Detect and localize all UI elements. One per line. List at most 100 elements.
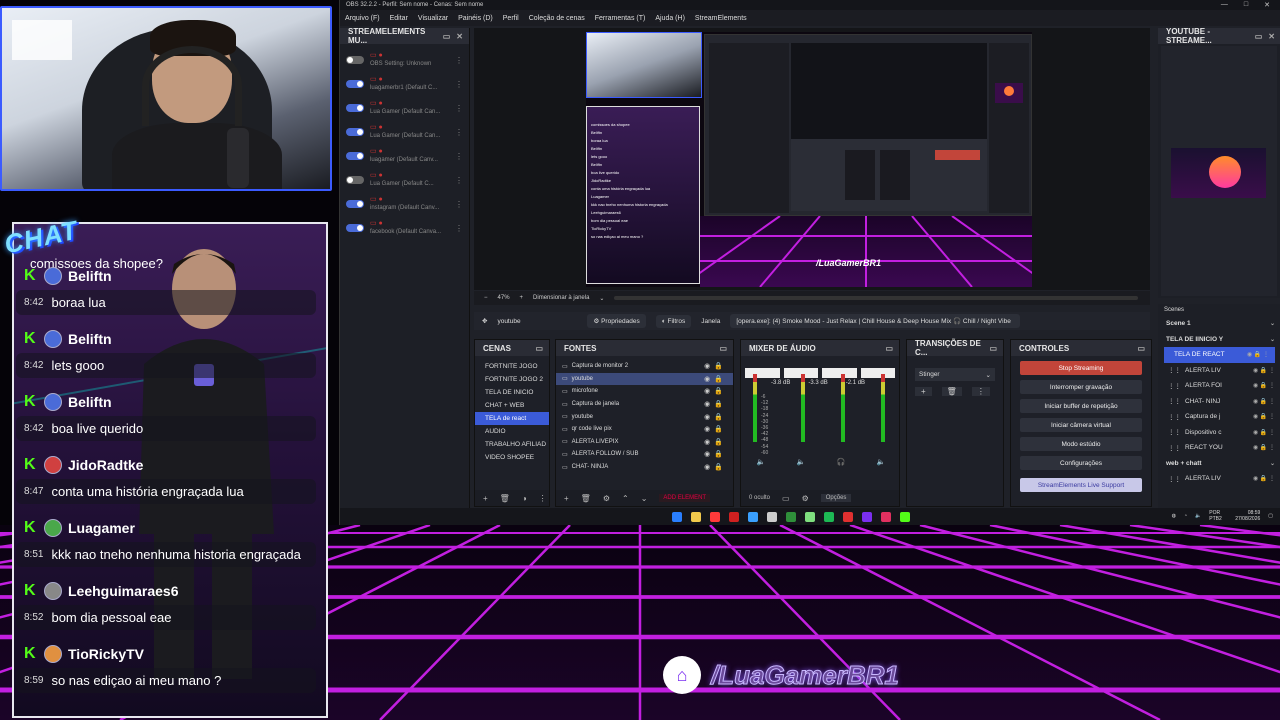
lock-icon[interactable]: 🔒 [714,387,723,395]
lock-icon[interactable]: 🔒 [714,450,723,458]
visibility-icon[interactable]: ⌄ [1270,336,1275,343]
minimize-icon[interactable]: — [1221,1,1228,9]
source-item[interactable]: ▭ youtube ◉ 🔒 [556,372,733,386]
toggle-switch[interactable] [346,224,364,232]
preview-scrollbar[interactable] [614,296,1138,300]
stop-streaming-button[interactable]: Stop Streaming [1020,361,1142,375]
scale-mode-select[interactable]: Dimensionar à janela [533,295,589,301]
lock-icon[interactable]: 🔒 [714,438,723,446]
add-transition-button[interactable]: + [915,387,932,396]
menu-item[interactable]: Arquivo (F) [345,15,380,22]
float-icon[interactable]: ▭ [535,344,543,353]
source-item[interactable]: ▭ microfone ◉ 🔒 [556,385,733,398]
more-icon[interactable]: ⋮ [455,128,463,137]
scene-tree-row[interactable]: web + chatt ⌄ [1158,456,1280,472]
taskbar-app-icon[interactable] [824,512,834,522]
scene-tree-row[interactable]: ⋮⋮ ALERTA FOI ◉ 🔒 ⋮ [1158,378,1280,394]
more-icon[interactable]: ⋮ [455,176,463,185]
move-up-button[interactable]: ⌃ [622,494,629,503]
transition-select[interactable]: Stinger ⌄ [915,368,995,381]
lock-icon[interactable]: 🔒 [714,362,723,370]
scene-item[interactable]: VIDEO SHOPEE [475,451,549,464]
speaker-icon[interactable]: 🔈 [757,458,766,466]
taskbar-app-icon[interactable] [767,512,777,522]
program-preview[interactable]: comissoes da shopee Beliftn boraa lua Belif… [474,28,1150,290]
source-item[interactable]: ▭ ALERTA FOLLOW / SUB ◉ 🔒 [556,448,733,461]
speaker-icon[interactable]: 🔈 [877,458,886,466]
multistream-item[interactable]: ▭ ● instagram (Default Canv... ⋮ [340,192,469,216]
taskbar-app-icon[interactable] [805,512,815,522]
scene-tree-row[interactable]: ⋮⋮ ALERTA LIV ◉ 🔒 ⋮ [1158,471,1280,487]
toggle-switch[interactable] [346,128,364,136]
add-source-button[interactable]: + [564,494,569,503]
taskbar-app-icon[interactable] [729,512,739,522]
multistream-item[interactable]: ▭ ● facebook (Default Canva... ⋮ [340,216,469,240]
more-icon[interactable]: ⋮ [455,200,463,209]
toggle-switch[interactable] [346,56,364,64]
scene-tree-row[interactable]: ⋮⋮ CHAT- NINJ ◉ 🔒 ⋮ [1158,394,1280,410]
lock-icon[interactable]: 🔒 [714,413,723,421]
taskbar-app-icon[interactable] [881,512,891,522]
maximize-icon[interactable]: □ [1244,1,1248,9]
float-icon[interactable]: ▭ [989,344,997,353]
scene-tree-row[interactable]: ⋮⋮ REACT YOU ◉ 🔒 ⋮ [1158,440,1280,456]
source-item[interactable]: ▭ Captura de janela ◉ 🔒 [556,398,733,411]
eye-icon[interactable]: ◉ [704,362,710,370]
close-icon[interactable]: ✕ [1268,32,1275,41]
eye-icon[interactable]: ◉ [704,450,710,458]
scene-item[interactable]: TELA DE INICIO [475,386,549,399]
eye-icon[interactable]: ◉ [704,425,710,433]
float-icon[interactable]: ▭ [885,344,893,353]
eye-icon[interactable]: ◉ [704,463,710,471]
drag-handle-icon[interactable]: ⋮⋮ [1168,444,1181,452]
toggle-switch[interactable] [346,200,364,208]
scene-tree-row[interactable]: ⋮⋮ Dispositivo c ◉ 🔒 ⋮ [1158,425,1280,441]
headphones-icon[interactable]: 🎧 [837,458,846,466]
eye-icon[interactable]: ◉ [704,375,710,383]
toggle-switch[interactable] [346,80,364,88]
scene-tree-row[interactable]: TELA DE REACT ◉ 🔒 ⋮ [1164,347,1275,363]
float-icon[interactable]: ▭ [1255,32,1263,41]
taskbar-app-icon[interactable] [862,512,872,522]
more-icon[interactable]: ⋮ [455,80,463,89]
scene-tree-row[interactable]: ⋮⋮ Captura de j ◉ 🔒 ⋮ [1158,409,1280,425]
input-language[interactable]: POR PTB2 [1209,510,1227,522]
close-icon[interactable]: ✕ [1264,1,1270,9]
virtual-camera-button[interactable]: Iniciar câmera virtual [1020,418,1142,432]
scene-filter-button[interactable]: ◑ [522,494,527,503]
mixer-fader-4[interactable] [860,368,895,378]
settings-button[interactable]: Configurações [1020,456,1142,470]
visibility-icon[interactable]: ⌄ [1270,320,1275,327]
notification-icon[interactable]: ▢ [1268,513,1273,519]
source-item[interactable]: ▭ CHAT- NINJA ◉ 🔒 [556,461,733,474]
whatsapp-icon[interactable]: ◍ [1172,513,1176,519]
mixer-options-button[interactable]: Opções [820,494,852,502]
multistream-item[interactable]: ▭ ● luagamer (Default Canv... ⋮ [340,144,469,168]
remove-scene-button[interactable]: 🗑 [500,494,510,503]
menu-item[interactable]: Ferramentas (T) [595,15,646,22]
taskbar-app-icon[interactable] [843,512,853,522]
remove-transition-button[interactable]: 🗑 [941,387,962,396]
drag-handle-icon[interactable]: ⋮⋮ [1168,413,1181,421]
source-item[interactable]: ▭ Captura de monitor 2 ◉ 🔒 [556,360,733,373]
more-icon[interactable]: ⋮ [455,152,463,161]
scene-tree-row[interactable]: Scene 1 ⌄ [1158,316,1280,332]
scene-item[interactable]: TRABALHO AFILIAD [475,438,549,451]
menu-item[interactable]: Editar [390,15,408,22]
menu-item[interactable]: Coleção de cenas [529,15,585,22]
scene-item[interactable]: TELA de react [475,412,549,425]
visibility-icon[interactable]: ◉ 🔒 ⋮ [1253,413,1275,420]
eye-icon[interactable]: ◉ [704,438,710,446]
multistream-item[interactable]: ▭ ● Lua Gamer (Default Can... ⋮ [340,96,469,120]
drag-handle-icon[interactable]: ⋮⋮ [1168,382,1181,390]
studio-mode-button[interactable]: Modo estúdio [1020,437,1142,451]
menu-item[interactable]: Ajuda (H) [655,15,685,22]
source-item[interactable]: ▭ youtube ◉ 🔒 [556,410,733,423]
move-down-button[interactable]: ⌄ [641,494,648,503]
menu-item[interactable]: Painéis (D) [458,15,493,22]
taskbar-app-icon[interactable] [710,512,720,522]
multistream-item[interactable]: ▭ ● OBS Setting: Unknown ⋮ [340,48,469,72]
menu-item[interactable]: Visualizar [418,15,448,22]
remove-source-button[interactable]: 🗑 [581,494,591,503]
zoom-out-button[interactable]: − [484,295,488,301]
